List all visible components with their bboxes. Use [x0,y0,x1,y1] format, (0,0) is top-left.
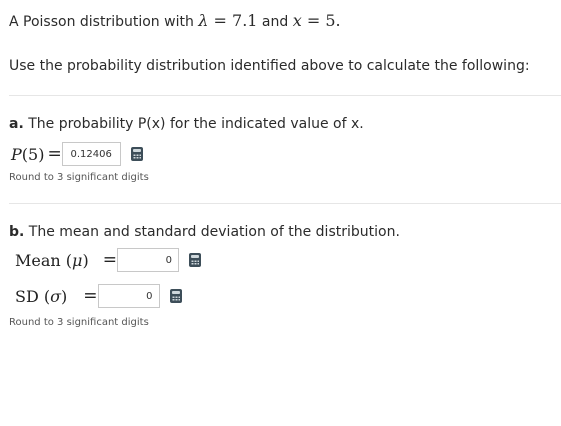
rounding-hint: Round to 3 significant digits [9,317,149,328]
mean-input[interactable]: 0 [116,248,179,272]
mean-value: 0 [165,254,172,266]
sd-word: SD [15,286,39,306]
probability-answer-row: P(5) = 0.12406 [11,142,143,166]
probability-input[interactable]: 0.12406 [61,142,121,166]
calculator-icon[interactable] [169,289,182,303]
probability-label: P(5) [11,145,44,164]
problem-statement: A Poisson distribution with λ = 7.1 and … [9,11,341,30]
part-a-heading: a. The probability P(x) for the indicate… [9,116,364,132]
lambda-symbol: λ [198,11,209,30]
sigma-symbol: σ [50,286,62,306]
calculator-icon[interactable] [130,147,143,161]
section-divider [9,203,561,204]
sd-label: SD (σ) [15,286,68,306]
rounding-hint: Round to 3 significant digits [9,172,149,183]
equals-sign: = [83,286,98,306]
part-b-heading: b. The mean and standard deviation of th… [9,224,400,240]
intro-prefix: A Poisson distribution with [9,14,194,30]
sd-answer-row: SD (σ) = 0 [15,284,182,308]
question-panel: A Poisson distribution with λ = 7.1 and … [0,0,561,426]
part-a-letter: a. [9,116,24,132]
part-b-text: The mean and standard deviation of the d… [28,224,400,240]
probability-arg: (5) [21,144,45,164]
section-divider [9,95,561,96]
probability-func: P [11,144,22,164]
x-value: = 5. [306,11,341,30]
part-b-letter: b. [9,224,25,240]
mean-label: Mean (μ) [15,250,89,270]
instruction-text: Use the probability distribution identif… [9,58,530,74]
mean-answer-row: Mean (μ) = 0 [15,248,201,272]
probability-value: 0.12406 [70,148,112,160]
mu-symbol: μ [72,250,83,270]
intro-and: and [261,14,289,30]
equals-sign: = [47,144,62,164]
lambda-value: = 7.1 [213,11,258,30]
x-expression: x = 5. [293,11,341,30]
lambda-expression: λ = 7.1 [198,11,257,30]
calculator-icon[interactable] [188,253,201,267]
mean-word: Mean [15,250,61,270]
part-a-text: The probability P(x) for the indicated v… [28,116,364,132]
x-symbol: x [292,11,302,30]
sd-input[interactable]: 0 [97,284,160,308]
sd-value: 0 [146,290,153,302]
equals-sign: = [102,250,117,270]
